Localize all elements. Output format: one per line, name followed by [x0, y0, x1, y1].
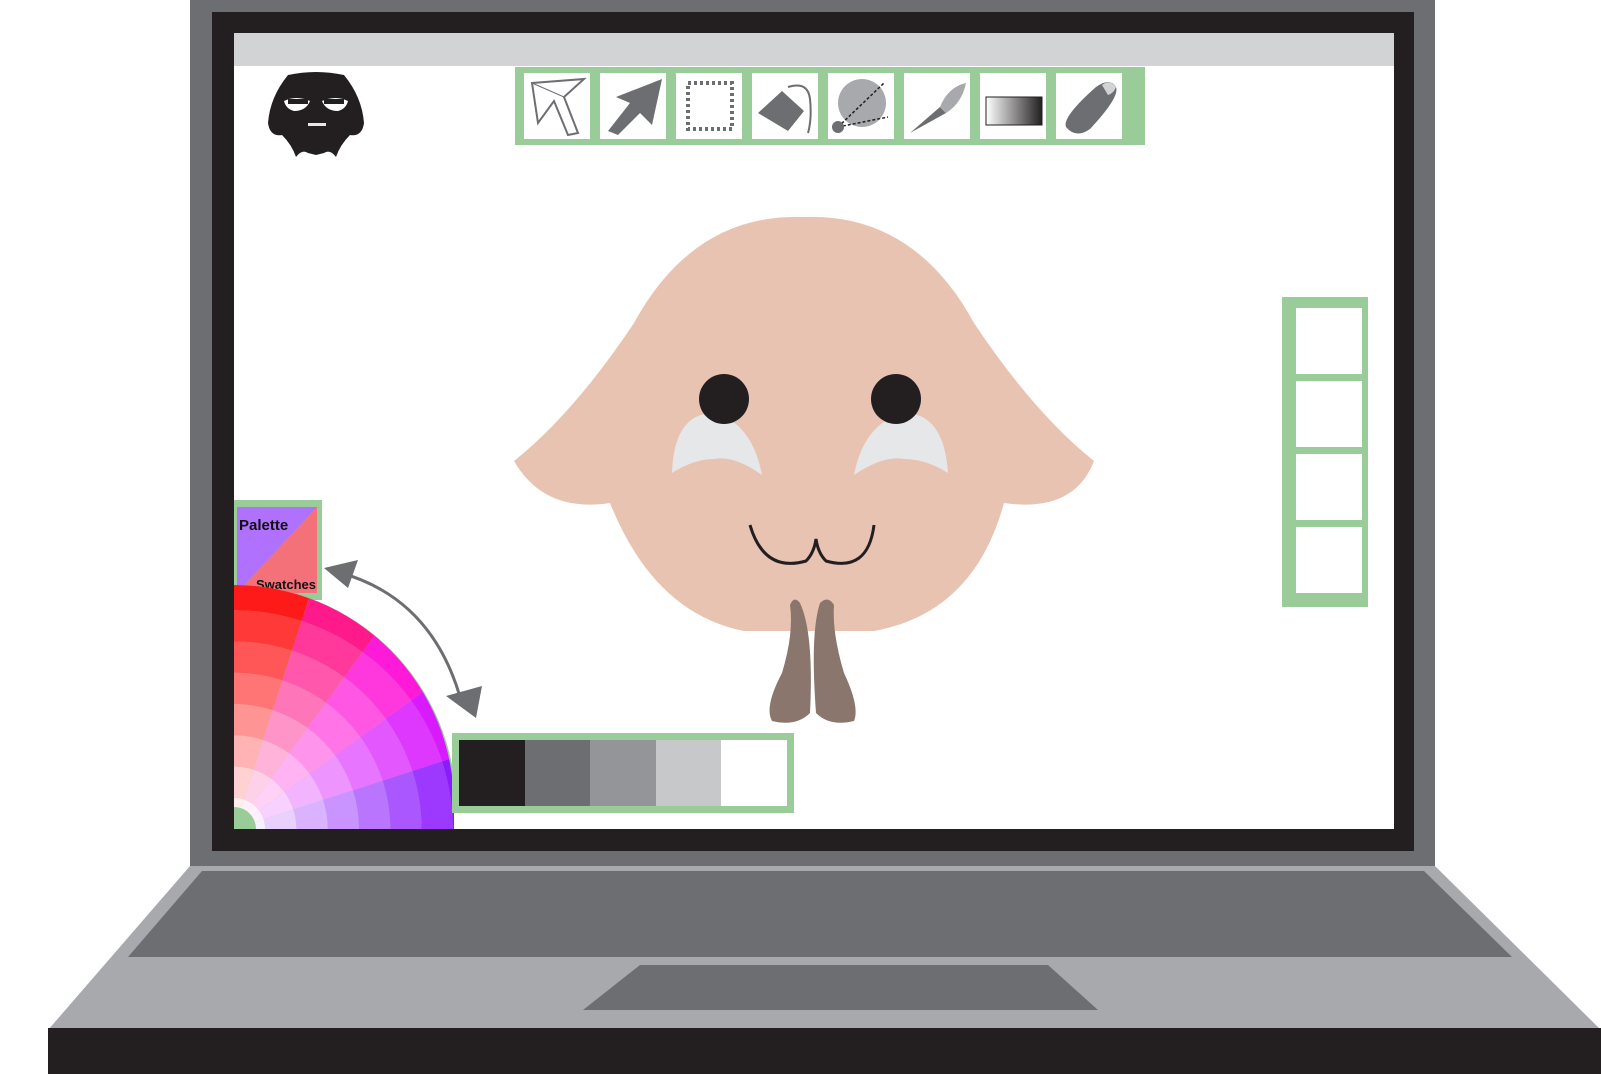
tool-paint-bucket-button[interactable] — [752, 73, 818, 139]
gradient-icon — [985, 96, 1043, 126]
tool-eraser-button[interactable] — [1056, 73, 1122, 139]
brush-icon — [910, 83, 966, 133]
toolbar — [515, 67, 1145, 145]
layer-slot[interactable] — [1296, 308, 1362, 374]
palette-switch-arrow — [324, 560, 482, 718]
layers-panel — [1282, 297, 1368, 607]
swatch-cell[interactable] — [459, 740, 526, 806]
tool-gradient-button[interactable] — [980, 73, 1046, 139]
swatch-bar — [452, 733, 794, 813]
palette-label[interactable]: Palette — [239, 517, 288, 534]
swatch-cell[interactable] — [590, 740, 657, 806]
mascot-head — [514, 216, 1094, 631]
tool-brush-button[interactable] — [904, 73, 970, 139]
arrow-head-up-icon — [324, 560, 358, 588]
layer-slot[interactable] — [1296, 454, 1362, 520]
sphere-picker-icon — [832, 79, 889, 133]
title-bar — [234, 33, 1394, 66]
paint-bucket-icon — [758, 84, 812, 134]
outline-arrow-icon — [530, 77, 587, 137]
touchpad[interactable] — [583, 965, 1098, 1010]
swatch-cell[interactable] — [655, 740, 722, 806]
marquee-icon — [686, 81, 734, 131]
solid-arrow-icon — [608, 79, 662, 135]
screen: Palette Swatches — [234, 33, 1394, 829]
tool-select-arrow-button[interactable] — [524, 73, 590, 139]
swatch-cell[interactable] — [524, 740, 591, 806]
keyboard-area — [128, 871, 1512, 957]
tool-direct-select-button[interactable] — [600, 73, 666, 139]
laptop-front-edge — [48, 1028, 1601, 1074]
layer-slot[interactable] — [1296, 381, 1362, 447]
canvas-drawing[interactable] — [514, 213, 1114, 723]
swatch-cell[interactable] — [721, 740, 788, 806]
tool-eyedropper-sphere-button[interactable] — [828, 73, 894, 139]
layer-slot[interactable] — [1296, 527, 1362, 593]
mask-avatar-icon[interactable] — [266, 71, 366, 167]
arrow-head-down-icon — [446, 686, 482, 718]
eraser-icon — [1065, 82, 1117, 134]
tool-marquee-button[interactable] — [676, 73, 742, 139]
mascot-pupil-left — [699, 374, 749, 424]
mascot-pupil-right — [871, 374, 921, 424]
